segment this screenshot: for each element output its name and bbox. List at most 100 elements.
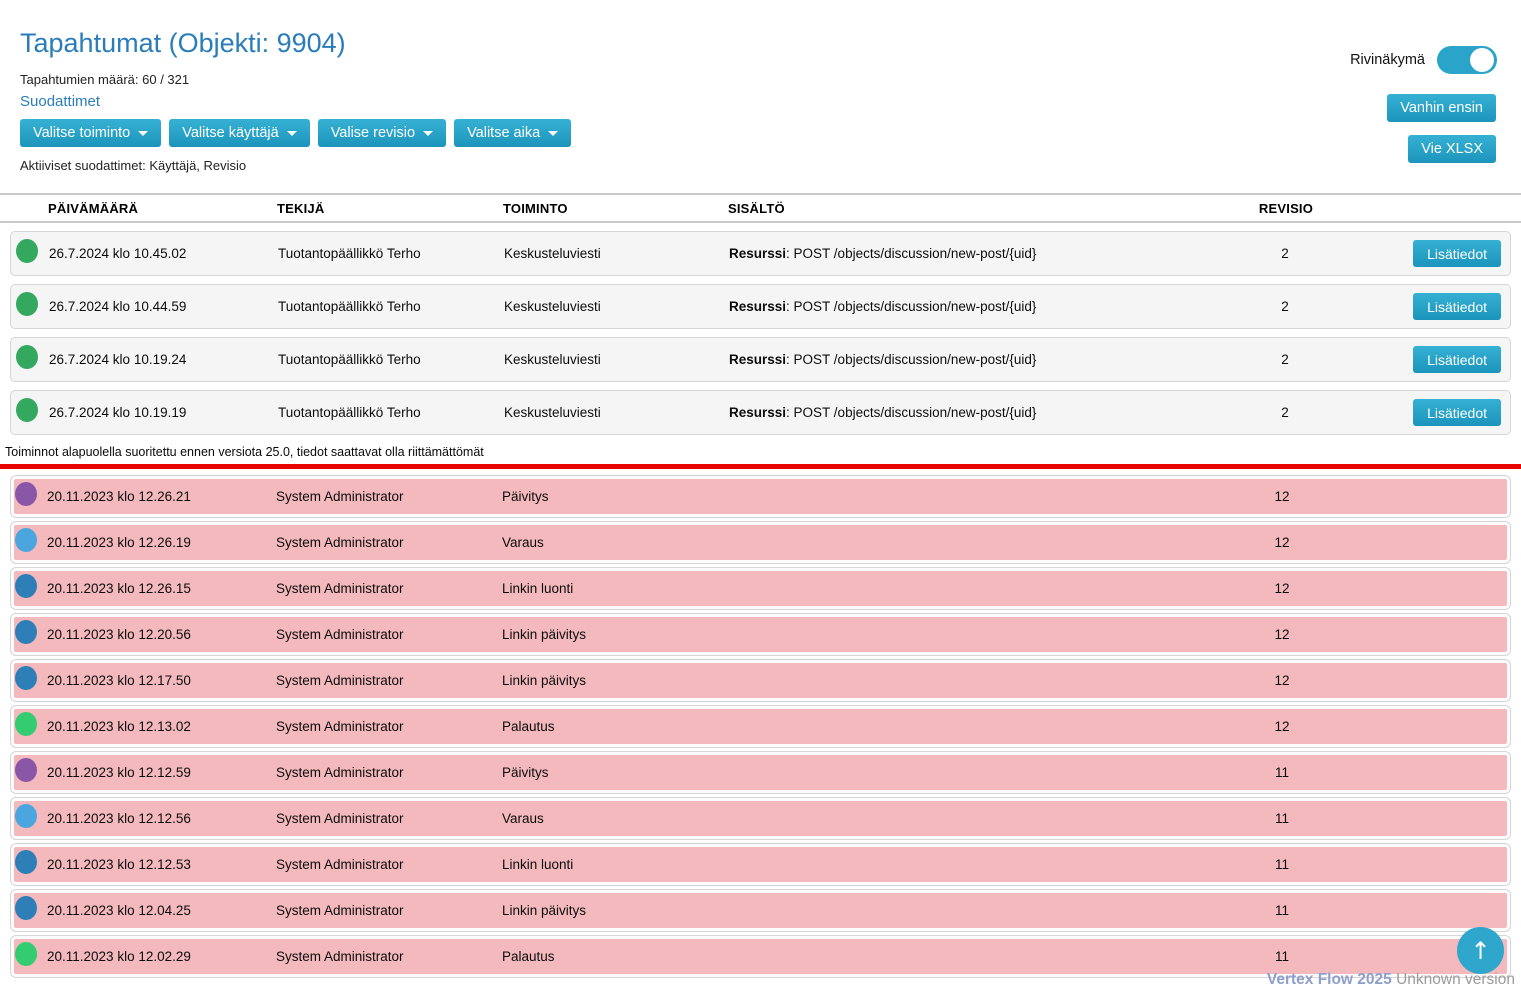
details-button[interactable]: Lisätiedot <box>1413 399 1501 426</box>
row-date: 20.11.2023 klo 12.26.15 <box>47 581 276 596</box>
status-dot <box>15 758 37 782</box>
scroll-to-top-button[interactable]: ↑ <box>1457 927 1504 974</box>
column-header-user: TEKIJÄ <box>277 201 503 216</box>
row-stripe: 20.11.2023 klo 12.20.56 System Administr… <box>14 617 1507 652</box>
status-dot <box>15 804 37 828</box>
row-action: Linkin päivitys <box>502 673 727 688</box>
table-row: 20.11.2023 klo 12.26.19 System Administr… <box>10 521 1511 564</box>
row-action: Linkin luonti <box>502 857 727 872</box>
table-row: 20.11.2023 klo 12.17.50 System Administr… <box>10 659 1511 702</box>
status-dot <box>15 942 37 966</box>
row-stripe: 26.7.2024 klo 10.45.02 Tuotantopäällikkö… <box>11 232 1510 275</box>
row-stripe: 26.7.2024 klo 10.44.59 Tuotantopäällikkö… <box>11 285 1510 328</box>
status-dot <box>15 482 37 506</box>
row-view-control: Rivinäkymä <box>1350 46 1497 74</box>
table-row: 20.11.2023 klo 12.26.21 System Administr… <box>10 475 1511 518</box>
row-action: Varaus <box>502 535 727 550</box>
filter-revision-dropdown[interactable]: Valise revisio <box>318 119 446 147</box>
chevron-down-icon <box>548 131 558 136</box>
row-date: 26.7.2024 klo 10.19.24 <box>49 352 278 367</box>
row-date: 26.7.2024 klo 10.44.59 <box>49 299 278 314</box>
status-dot <box>16 292 38 316</box>
row-stripe: 20.11.2023 klo 12.02.29 System Administr… <box>14 939 1507 974</box>
row-date: 20.11.2023 klo 12.12.59 <box>47 765 276 780</box>
table-row: 20.11.2023 klo 12.12.53 System Administr… <box>10 843 1511 886</box>
filter-user-dropdown[interactable]: Valitse käyttäjä <box>169 119 309 147</box>
chevron-down-icon <box>287 131 297 136</box>
row-revision: 2 <box>1230 352 1340 367</box>
filter-action-label: Valitse toiminto <box>33 125 130 141</box>
row-revision: 12 <box>1227 673 1337 688</box>
row-date: 26.7.2024 klo 10.45.02 <box>49 246 278 261</box>
row-date: 20.11.2023 klo 12.13.02 <box>47 719 276 734</box>
row-view-toggle[interactable] <box>1437 46 1497 74</box>
filter-time-dropdown[interactable]: Valitse aika <box>454 119 571 147</box>
row-revision: 12 <box>1227 581 1337 596</box>
row-user: Tuotantopäällikkö Terho <box>278 246 504 261</box>
details-button[interactable]: Lisätiedot <box>1413 240 1501 267</box>
status-dot <box>15 850 37 874</box>
table-row: 26.7.2024 klo 10.19.19 Tuotantopäällikkö… <box>10 390 1511 435</box>
export-xlsx-button[interactable]: Vie XLSX <box>1408 135 1496 163</box>
row-revision: 12 <box>1227 627 1337 642</box>
row-user: System Administrator <box>276 673 502 688</box>
filter-user-label: Valitse käyttäjä <box>182 125 278 141</box>
table-row: 26.7.2024 klo 10.19.24 Tuotantopäällikkö… <box>10 337 1511 382</box>
table-row: 26.7.2024 klo 10.45.02 Tuotantopäällikkö… <box>10 231 1511 276</box>
active-filters-text: Aktiiviset suodattimet: Käyttäjä, Revisi… <box>20 158 1521 173</box>
row-revision: 2 <box>1230 246 1340 261</box>
row-stripe: 20.11.2023 klo 12.12.59 System Administr… <box>14 755 1507 790</box>
status-dot <box>15 620 37 644</box>
row-revision: 11 <box>1227 857 1337 872</box>
row-user: System Administrator <box>276 903 502 918</box>
brand-name: Vertex Flow 2025 <box>1267 971 1392 988</box>
filter-button-row: Valitse toiminto Valitse käyttäjä Valise… <box>20 119 1521 147</box>
row-user: System Administrator <box>276 719 502 734</box>
row-revision: 12 <box>1227 535 1337 550</box>
details-button[interactable]: Lisätiedot <box>1413 293 1501 320</box>
row-action: Keskusteluviesti <box>504 405 729 420</box>
row-stripe: 20.11.2023 klo 12.12.56 System Administr… <box>14 801 1507 836</box>
status-dot <box>15 574 37 598</box>
row-user: System Administrator <box>276 627 502 642</box>
row-stripe: 20.11.2023 klo 12.26.21 System Administr… <box>14 479 1507 514</box>
row-stripe: 20.11.2023 klo 12.12.53 System Administr… <box>14 847 1507 882</box>
column-header-content: SISÄLTÖ <box>728 201 1231 216</box>
status-dot <box>15 896 37 920</box>
row-content: Resurssi: POST /objects/discussion/new-p… <box>729 246 1230 261</box>
row-user: System Administrator <box>276 765 502 780</box>
table-row: 20.11.2023 klo 12.12.59 System Administr… <box>10 751 1511 794</box>
event-count: Tapahtumien määrä: 60 / 321 <box>20 72 1521 87</box>
filters-link[interactable]: Suodattimet <box>20 93 100 110</box>
row-date: 20.11.2023 klo 12.26.19 <box>47 535 276 550</box>
row-action: Keskusteluviesti <box>504 352 729 367</box>
status-dot <box>16 398 38 422</box>
row-action: Varaus <box>502 811 727 826</box>
row-action: Linkin päivitys <box>502 627 727 642</box>
row-date: 20.11.2023 klo 12.26.21 <box>47 489 276 504</box>
old-event-list: 20.11.2023 klo 12.26.21 System Administr… <box>10 475 1511 978</box>
row-content: Resurssi: POST /objects/discussion/new-p… <box>729 352 1230 367</box>
table-row: 20.11.2023 klo 12.26.15 System Administr… <box>10 567 1511 610</box>
row-content: Resurssi: POST /objects/discussion/new-p… <box>729 299 1230 314</box>
row-user: System Administrator <box>276 489 502 504</box>
details-button[interactable]: Lisätiedot <box>1413 346 1501 373</box>
row-stripe: 20.11.2023 klo 12.26.19 System Administr… <box>14 525 1507 560</box>
status-dot <box>16 239 38 263</box>
row-user: System Administrator <box>276 857 502 872</box>
row-revision: 2 <box>1230 299 1340 314</box>
recent-event-list: 26.7.2024 klo 10.45.02 Tuotantopäällikkö… <box>10 231 1511 435</box>
row-stripe: 26.7.2024 klo 10.19.19 Tuotantopäällikkö… <box>11 391 1510 434</box>
table-header: PÄIVÄMÄÄRÄ TEKIJÄ TOIMINTO SISÄLTÖ REVIS… <box>0 193 1521 223</box>
sort-order-button[interactable]: Vanhin ensin <box>1387 94 1496 122</box>
filter-revision-label: Valise revisio <box>331 125 415 141</box>
page-title: Tapahtumat (Objekti: 9904) <box>20 28 1521 59</box>
status-dot <box>15 712 37 736</box>
row-user: Tuotantopäällikkö Terho <box>278 352 504 367</box>
row-action: Linkin päivitys <box>502 903 727 918</box>
arrow-up-icon: ↑ <box>1470 937 1490 965</box>
row-stripe: 20.11.2023 klo 12.04.25 System Administr… <box>14 893 1507 928</box>
filter-action-dropdown[interactable]: Valitse toiminto <box>20 119 161 147</box>
row-date: 20.11.2023 klo 12.17.50 <box>47 673 276 688</box>
table-row: 20.11.2023 klo 12.20.56 System Administr… <box>10 613 1511 656</box>
